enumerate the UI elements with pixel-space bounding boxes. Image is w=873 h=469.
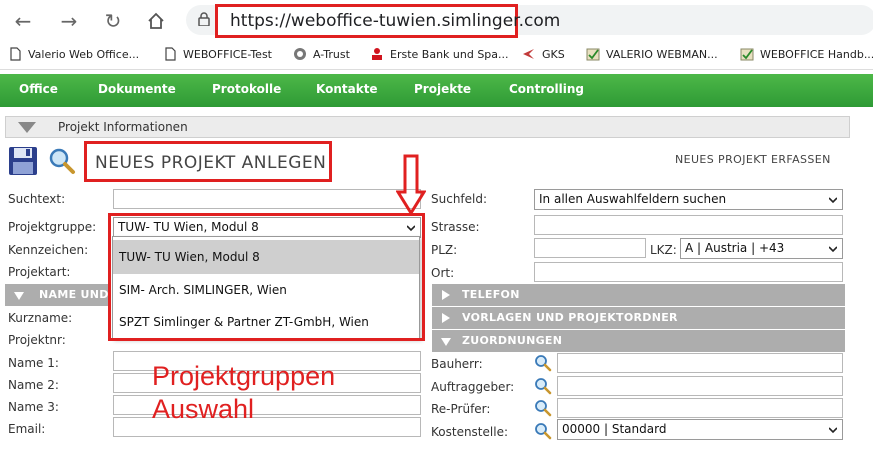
projektgruppe-label: Projektgruppe: xyxy=(8,220,97,234)
chevron-down-icon xyxy=(829,197,837,204)
bauherr-label: Bauherr: xyxy=(431,357,483,371)
auftraggeber-label: Auftraggeber: xyxy=(431,380,515,394)
plz-input[interactable] xyxy=(534,238,646,258)
section-vorlagen[interactable]: VORLAGEN UND PROJEKTORDNER xyxy=(432,307,845,329)
suchfeld-select[interactable]: In allen Auswahlfeldern suchen xyxy=(534,189,843,210)
url-text[interactable]: https://weboffice-tuwien.simlinger.com xyxy=(230,11,560,31)
kostenstelle-label: Kostenstelle: xyxy=(431,425,508,439)
panel-header[interactable]: Projekt Informationen xyxy=(5,116,850,138)
strasse-input[interactable] xyxy=(534,215,843,235)
ort-input[interactable] xyxy=(534,262,843,282)
ort-label: Ort: xyxy=(431,266,455,280)
gks-icon xyxy=(523,49,534,59)
panel-title: Projekt Informationen xyxy=(58,120,188,134)
section-collapsed-icon xyxy=(442,290,450,300)
title-highlight-box xyxy=(84,141,332,182)
projektart-label: Projektart: xyxy=(8,265,71,279)
dropdown-highlight-box xyxy=(108,213,425,341)
menu-projekte[interactable]: Projekte xyxy=(414,82,471,96)
annotation-line2: Auswahl xyxy=(152,394,255,424)
home-icon[interactable] xyxy=(143,8,169,34)
chevron-down-icon xyxy=(829,246,837,253)
section-name-und[interactable]: NAME UND xyxy=(5,284,111,306)
collapse-triangle-icon[interactable] xyxy=(18,122,36,133)
suchtext-input[interactable] xyxy=(113,189,421,209)
name2-label: Name 2: xyxy=(8,378,59,392)
annotation-text: Projektgruppen Auswahl xyxy=(152,360,335,426)
search-icon[interactable] xyxy=(534,354,552,372)
browser-chrome: ← → ↻ https://weboffice-tuwien.simlinger… xyxy=(0,0,873,74)
suchtext-label: Suchtext: xyxy=(8,192,66,206)
bookmark-a-trust[interactable]: A-Trust xyxy=(293,46,350,64)
a-trust-icon xyxy=(294,48,306,60)
page-icon xyxy=(10,47,21,61)
erste-bank-icon xyxy=(372,48,382,60)
section-expanded-icon xyxy=(14,292,24,300)
new-project-link[interactable]: NEUES PROJEKT ERFASSEN xyxy=(675,153,831,166)
kurzname-label: Kurzname: xyxy=(8,311,73,325)
bookmark-weboffice-test[interactable]: WEBOFFICE-Test xyxy=(163,46,272,64)
plz-label: PLZ: xyxy=(431,243,458,257)
search-icon[interactable] xyxy=(534,399,552,417)
section-collapsed-icon xyxy=(442,313,450,323)
save-icon[interactable] xyxy=(8,146,38,176)
lkz-select[interactable]: A | Austria | +43 xyxy=(680,238,843,259)
strasse-label: Strasse: xyxy=(431,220,480,234)
main-menu: Office Dokumente Protokolle Kontakte Pro… xyxy=(0,74,873,107)
bookmark-gks[interactable]: GKS xyxy=(522,46,565,64)
forward-arrow-icon[interactable]: → xyxy=(56,8,82,34)
bookmark-valerio-web-office[interactable]: Valerio Web Office... xyxy=(8,46,139,64)
search-icon[interactable] xyxy=(534,377,552,395)
reload-icon[interactable]: ↻ xyxy=(100,8,126,34)
bookmark-erste-bank[interactable]: Erste Bank und Spa... xyxy=(370,46,509,64)
name1-label: Name 1: xyxy=(8,356,59,370)
repruefer-input[interactable] xyxy=(557,398,843,418)
section-expanded-icon xyxy=(441,338,451,346)
menu-kontakte[interactable]: Kontakte xyxy=(316,82,378,96)
menu-protokolle[interactable]: Protokolle xyxy=(212,82,281,96)
lkz-label: LKZ: xyxy=(650,243,677,257)
valerio-icon xyxy=(740,48,754,61)
page-icon xyxy=(165,47,176,61)
kennzeichen-label: Kennzeichen: xyxy=(8,243,89,257)
kostenstelle-select[interactable]: 00000 | Standard xyxy=(557,419,843,440)
valerio-icon xyxy=(586,48,600,61)
lock-icon xyxy=(198,12,210,26)
suchfeld-label: Suchfeld: xyxy=(431,192,488,206)
section-zuordnungen[interactable]: ZUORDNUNGEN xyxy=(432,330,845,352)
search-icon[interactable] xyxy=(48,147,76,175)
bauherr-input[interactable] xyxy=(557,353,843,373)
email-label: Email: xyxy=(8,422,46,436)
down-arrow-annotation-icon xyxy=(396,154,426,216)
annotation-line1: Projektgruppen xyxy=(152,361,336,391)
repruefer-label: Re-Prüfer: xyxy=(431,402,491,416)
menu-controlling[interactable]: Controlling xyxy=(509,82,584,96)
bookmark-weboffice-handbuch[interactable]: WEBOFFICE Handb... xyxy=(740,46,873,64)
name3-label: Name 3: xyxy=(8,400,59,414)
menu-dokumente[interactable]: Dokumente xyxy=(98,82,176,96)
section-telefon[interactable]: TELEFON xyxy=(432,284,845,306)
projektnr-label: Projektnr: xyxy=(8,333,66,347)
search-icon[interactable] xyxy=(534,422,552,440)
menu-office[interactable]: Office xyxy=(19,82,58,96)
auftraggeber-input[interactable] xyxy=(557,376,843,396)
back-arrow-icon[interactable]: ← xyxy=(10,8,36,34)
chevron-down-icon xyxy=(829,427,837,434)
bookmarks-bar: Valerio Web Office... WEBOFFICE-Test A-T… xyxy=(0,40,873,70)
bookmark-valerio-webman[interactable]: VALERIO WEBMAN... xyxy=(586,46,718,64)
